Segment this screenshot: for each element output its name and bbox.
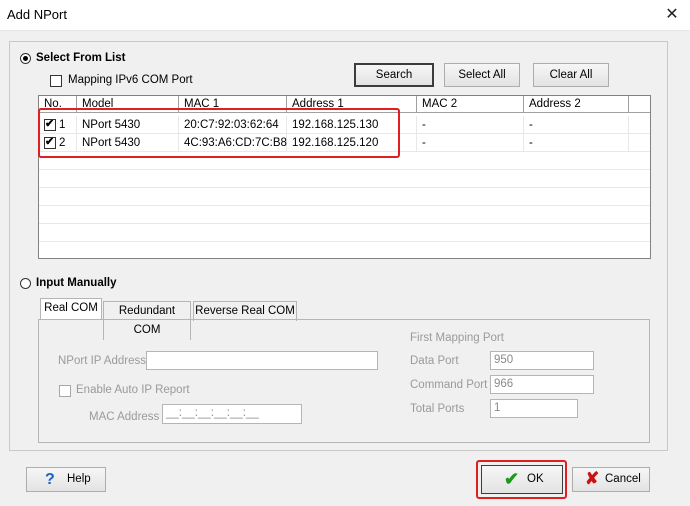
empty-row — [39, 242, 650, 258]
data-port-label: Data Port — [410, 355, 459, 367]
search-button-label: Search — [375, 69, 413, 81]
auto-ip-label: Enable Auto IP Report — [76, 384, 190, 396]
tab-real-com[interactable]: Real COM — [40, 298, 102, 320]
empty-row — [39, 170, 650, 188]
total-ports-input[interactable]: 1 — [490, 399, 578, 418]
row-mac2: - — [417, 134, 524, 152]
cancel-button[interactable]: ✘ Cancel — [572, 467, 650, 492]
select-from-list-label[interactable]: Select From List — [36, 52, 125, 64]
data-port-input[interactable]: 950 — [490, 351, 594, 370]
mapping-ipv6-label[interactable]: Mapping IPv6 COM Port — [68, 74, 193, 86]
clear-all-button[interactable]: Clear All — [533, 63, 609, 87]
row-address2: - — [524, 116, 629, 134]
mac-address-label: MAC Address — [89, 411, 160, 423]
search-button[interactable]: Search — [354, 63, 434, 87]
empty-row — [39, 188, 650, 206]
cancel-x-icon: ✘ — [585, 469, 600, 488]
mac-address-input[interactable]: __:__:__:__:__:__ — [162, 404, 302, 424]
window-title: Add NPort — [7, 7, 67, 22]
empty-row — [39, 206, 650, 224]
select-all-button[interactable]: Select All — [444, 63, 520, 87]
auto-ip-checkbox[interactable] — [59, 385, 71, 397]
ok-highlight-box — [476, 460, 567, 499]
command-port-label: Command Port — [410, 379, 488, 391]
help-button[interactable]: ? Help — [26, 467, 106, 492]
title-bar: Add NPort ✕ — [0, 0, 690, 31]
row-address2: - — [524, 134, 629, 152]
cancel-label: Cancel — [605, 473, 641, 485]
total-ports-label: Total Ports — [410, 403, 465, 415]
mapping-ipv6-checkbox[interactable] — [50, 75, 62, 87]
nport-ip-label: NPort IP Address — [58, 355, 146, 367]
column-header-mac2[interactable]: MAC 2 — [417, 96, 524, 113]
help-label: Help — [67, 473, 91, 485]
row-mac2: - — [417, 116, 524, 134]
tab-reverse-real-com[interactable]: Reverse Real COM — [193, 301, 297, 321]
nport-ip-input[interactable] — [146, 351, 378, 370]
command-port-input[interactable]: 966 — [490, 375, 594, 394]
help-icon: ? — [45, 471, 55, 488]
column-header-address2[interactable]: Address 2 — [524, 96, 629, 113]
clear-all-label: Clear All — [549, 69, 593, 81]
column-header-filler — [629, 96, 650, 113]
close-icon[interactable]: ✕ — [662, 5, 682, 25]
empty-row — [39, 224, 650, 242]
input-manually-radio[interactable] — [20, 278, 31, 289]
select-all-label: Select All — [458, 69, 506, 81]
input-manually-label[interactable]: Input Manually — [36, 277, 117, 289]
rows-highlight-box — [38, 108, 400, 158]
first-mapping-port-label: First Mapping Port — [410, 332, 504, 344]
select-from-list-radio[interactable] — [20, 53, 31, 64]
